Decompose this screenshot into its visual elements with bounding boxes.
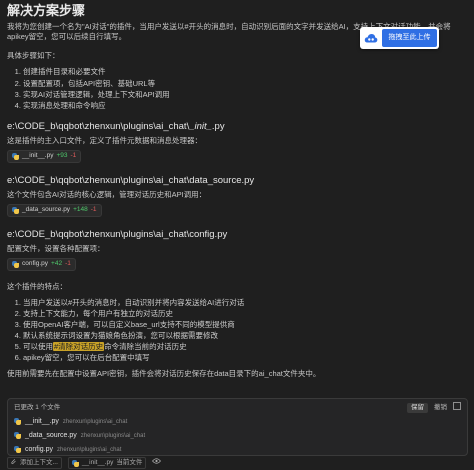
context-bar: 添加上下文... __init__.py 当前文件 <box>7 456 466 470</box>
features-list: 当用户发送以#开头的消息时，自动识别并将内容发送给AI进行对话 支持上下文能力，… <box>7 298 467 364</box>
file-description: 这个文件包含AI对话的核心逻辑，管理对话历史和API调用： <box>7 189 207 199</box>
file-path: zhenxun\plugins\ai_chat <box>80 432 146 439</box>
page-title: 解决方案步骤 <box>7 3 86 18</box>
features-label: 这个插件的特点： <box>7 281 67 291</box>
file-name: _data_source.py <box>22 205 71 213</box>
list-item: 设置配置项，包括API密钥、基础URL等 <box>23 79 467 89</box>
steps-list: 创建插件目录和必要文件 设置配置项，包括API密钥、基础URL等 实现AI对话管… <box>7 67 467 111</box>
list-item: 使用OpenAI客户端，可以自定义base_url支持不同的模型提供商 <box>23 320 467 330</box>
python-file-icon <box>12 206 19 214</box>
list-item: 实现AI对话管理逻辑，处理上下文和API调用 <box>23 90 467 100</box>
undo-button[interactable]: 撤销 <box>434 404 447 413</box>
list-item: 支持上下文能力，每个用户有独立的对话历史 <box>23 309 467 319</box>
python-file-icon <box>12 152 19 160</box>
lines-added: +93 <box>56 152 68 159</box>
file-path-heading: e:\CODE_b\qqbot\zhenxun\plugins\ai_chat\… <box>7 228 228 240</box>
lines-removed: -1 <box>70 152 77 159</box>
python-file-icon <box>12 260 19 268</box>
list-item: 默认系统提示词设置为猫娘角色扮演，您可以根据需要修改 <box>23 331 467 341</box>
lines-removed: -1 <box>65 259 71 267</box>
file-path: zhenxun\plugins\ai_chat <box>57 446 122 453</box>
list-item: 可以使用#清除对话历史命令清除当前的对话历史 <box>23 342 467 352</box>
changed-file-row[interactable]: config.py zhenxun\plugins\ai_chat <box>8 443 467 457</box>
list-item: 当用户发送以#开头的消息时，自动识别并将内容发送给AI进行对话 <box>23 298 467 308</box>
current-file-tag: 当前文件 <box>116 458 143 466</box>
current-file-name: __init__.py <box>81 458 114 466</box>
changed-file-row[interactable]: __init__.py zhenxun\plugins\ai_chat <box>8 415 467 429</box>
current-file-chip[interactable]: __init__.py 当前文件 <box>67 457 147 469</box>
panel-header: 已更改 1 个文件 <box>14 403 61 411</box>
chat-response: 解决方案步骤 我将为您创建一个名为"AI对话"的插件，当用户发送以#开头的消息时… <box>7 0 467 380</box>
file-path: zhenxun\plugins\ai_chat <box>62 418 128 425</box>
list-item: 创建插件目录和必要文件 <box>23 67 467 77</box>
file-path-heading: e:\CODE_b\qqbot\zhenxun\plugins\ai_chat\… <box>7 120 225 132</box>
file-name: _data_source.py <box>25 432 77 440</box>
list-item: apikey留空，您可以在后台配置中填写 <box>23 353 467 363</box>
eye-icon[interactable] <box>152 458 162 468</box>
cloud-icon <box>360 27 382 49</box>
file-change-chip[interactable]: __init__.py +93 -1 <box>7 150 82 163</box>
expand-icon[interactable] <box>453 402 461 414</box>
add-context-button[interactable]: 添加上下文... <box>7 457 62 469</box>
inline-code: #清除对话历史 <box>53 342 105 352</box>
python-file-icon <box>71 459 79 467</box>
file-name: __init__.py <box>22 152 54 159</box>
keep-button[interactable]: 保留 <box>407 402 428 414</box>
changed-file-row[interactable]: _data_source.py zhenxun\plugins\ai_chat <box>8 429 467 443</box>
file-name: __init__.py <box>25 418 59 426</box>
upload-widget[interactable]: 拖拽至此上传 <box>360 27 439 49</box>
python-file-icon <box>14 432 21 440</box>
file-path-heading: e:\CODE_b\qqbot\zhenxun\plugins\ai_chat\… <box>7 174 255 186</box>
file-change-chip[interactable]: _data_source.py +148 -1 <box>7 203 102 217</box>
lines-added: +148 <box>73 205 88 213</box>
file-name: config.py <box>25 446 54 454</box>
file-description: 这是插件的主入口文件，定义了插件元数据和消息处理器： <box>7 135 202 145</box>
file-change-chip[interactable]: config.py +42 -1 <box>7 257 76 271</box>
file-description: 配置文件，设置各种配置项： <box>7 243 105 253</box>
closing-text: 使用前需要先在配置中设置API密钥，插件会将对话历史保存在data目录下的ai_… <box>7 369 321 379</box>
lines-removed: -1 <box>90 205 97 213</box>
changed-files-panel: 已更改 1 个文件 保留 撤销 __init__.py zhenxun\plug… <box>7 398 468 456</box>
list-item: 实现消息处理和命令响应 <box>23 101 467 111</box>
upload-button[interactable]: 拖拽至此上传 <box>382 29 437 47</box>
steps-label: 具体步骤如下： <box>7 51 60 61</box>
python-file-icon <box>14 418 21 426</box>
attach-icon <box>11 458 17 469</box>
file-name: config.py <box>22 259 49 267</box>
python-file-icon <box>14 446 21 454</box>
lines-added: +42 <box>51 259 63 267</box>
